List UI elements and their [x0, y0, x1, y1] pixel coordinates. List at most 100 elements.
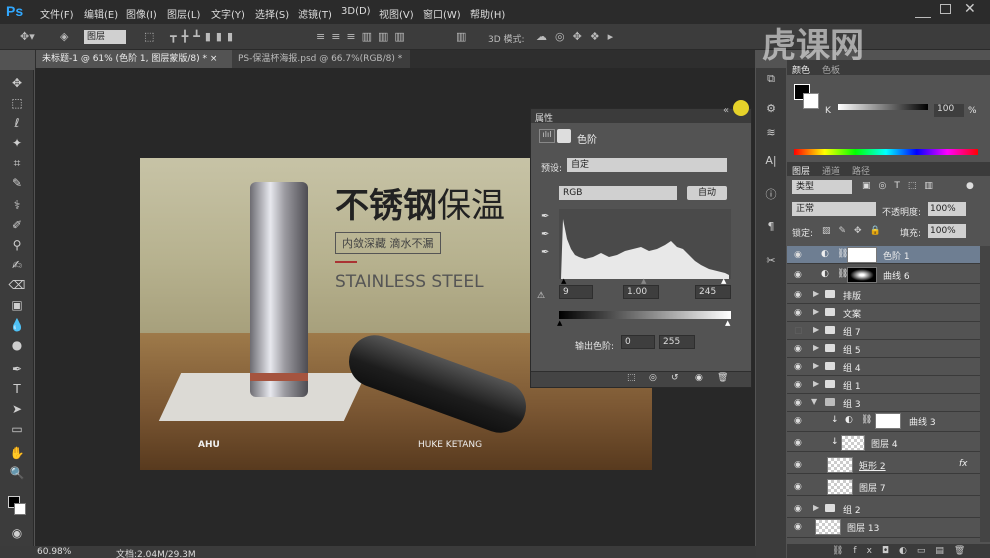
layer-row[interactable]: ◉ ↓ ◐ ⛓ 曲线 3 — [787, 412, 980, 432]
layers-footer-icons[interactable]: ⛓fx◘◐▭▤🗑 — [832, 546, 975, 556]
reset-icon[interactable]: ↺ — [671, 373, 679, 383]
lock-icons[interactable]: ▨✎✥🔒 — [822, 226, 889, 236]
tab-untitled[interactable]: 未标题-1 @ 61% (色阶 1, 图层蒙版/8) * × — [36, 50, 232, 68]
black-eyedropper-icon[interactable]: ✒ — [541, 211, 553, 223]
expand-arrow-icon[interactable]: ▶ — [813, 325, 819, 334]
quick-mask-icon[interactable]: ◉ — [6, 524, 28, 542]
layer-stack-icon[interactable]: ◈ — [60, 30, 68, 44]
tab-swatches[interactable]: 色板 — [822, 63, 840, 76]
auto-align-icon[interactable]: ▥ — [456, 30, 466, 44]
tab-color[interactable]: 颜色 — [792, 63, 810, 76]
eye-icon[interactable]: ◉ — [794, 522, 802, 532]
layer-row[interactable]: ◉ ▶ 排版 — [787, 286, 980, 304]
layer-row[interactable]: ◉ 图层 7 — [787, 478, 980, 496]
layer-row[interactable]: ◉ ◐ ⛓ 曲线 6 — [787, 266, 980, 284]
collapse-arrow-icon[interactable]: ▼ — [811, 397, 817, 406]
layer-row[interactable]: ◉ 矩形 2 fx — [787, 456, 980, 474]
output-white-handle[interactable]: ▲ — [725, 319, 730, 327]
eye-icon[interactable]: ◉ — [794, 290, 802, 300]
channel-dropdown[interactable]: RGB — [559, 186, 677, 200]
layers-scrollbar[interactable] — [980, 246, 990, 542]
eye-icon[interactable]: ◉ — [794, 416, 802, 426]
view-previous-icon[interactable]: ◎ — [649, 373, 657, 383]
input-white-slider-handle[interactable]: ▲ — [721, 277, 726, 285]
align-icons[interactable]: ┳╋┻▮▮▮ — [170, 30, 238, 44]
eye-hidden-icon[interactable]: ▢ — [794, 326, 803, 336]
output-white-field[interactable]: 255 — [659, 335, 695, 349]
menu-help[interactable]: 帮助(H) — [470, 6, 505, 21]
input-black-slider-handle[interactable]: ▲ — [561, 277, 566, 285]
collapse-icon[interactable]: « — [723, 105, 729, 116]
brush-tool-icon[interactable]: ✐ — [6, 216, 28, 234]
zoom-tool-icon[interactable]: 🔍 — [6, 464, 28, 482]
eye-icon[interactable]: ◉ — [794, 362, 802, 372]
white-eyedropper-icon[interactable]: ✒ — [541, 247, 553, 259]
blur-tool-icon[interactable]: 💧 — [6, 316, 28, 334]
layer-row[interactable]: ◉ ▶ 组 4 — [787, 358, 980, 376]
delete-icon[interactable]: 🗑 — [717, 373, 728, 383]
menu-3d[interactable]: 3D(D) — [341, 6, 371, 17]
expand-arrow-icon[interactable]: ▶ — [813, 361, 819, 370]
tab-channels[interactable]: 通道 — [822, 164, 840, 177]
eye-icon[interactable]: ◉ — [794, 504, 802, 514]
eraser-tool-icon[interactable]: ⌫ — [6, 276, 28, 294]
transform-controls-icon[interactable]: ⬚ — [144, 30, 154, 44]
zoom-level[interactable]: 60.98% — [37, 547, 71, 557]
input-gamma-slider-handle[interactable]: ▲ — [641, 277, 646, 285]
menu-view[interactable]: 视图(V) — [379, 6, 414, 21]
dodge-tool-icon[interactable]: ● — [6, 336, 28, 354]
clipping-warning-icon[interactable]: ⚠ — [537, 291, 545, 301]
clip-to-layer-icon[interactable]: ⬚ — [627, 373, 636, 383]
filter-type-icons[interactable]: ▣◎T⬚▥ — [862, 181, 941, 191]
expand-arrow-icon[interactable]: ▶ — [813, 379, 819, 388]
paragraph-icon[interactable]: ¶ — [762, 218, 780, 236]
layer-row[interactable]: ◉ ▶ 组 2 — [787, 500, 980, 518]
background-color-swatch[interactable] — [14, 503, 26, 515]
layer-row[interactable]: ▢ ▶ 组 7 — [787, 322, 980, 340]
close-icon[interactable]: ✕ — [964, 1, 976, 17]
layer-mask-thumbnail[interactable] — [847, 247, 877, 263]
layer-thumbnail[interactable] — [841, 435, 865, 451]
lasso-tool-icon[interactable]: ℓ — [6, 114, 28, 132]
background-swatch[interactable] — [803, 93, 819, 109]
eye-icon[interactable]: ◉ — [794, 380, 802, 390]
preset-dropdown[interactable]: 自定 — [567, 158, 727, 172]
properties-tab[interactable]: 属性 — [535, 111, 553, 124]
menu-layer[interactable]: 图层(L) — [167, 6, 200, 21]
output-black-field[interactable]: 0 — [621, 335, 655, 349]
eye-icon[interactable]: ◉ — [794, 270, 802, 280]
healing-brush-icon[interactable]: ⚕ — [6, 196, 28, 214]
history-icon[interactable]: ⧉ — [762, 70, 780, 88]
layer-row[interactable]: ◉ ▶ 组 1 — [787, 376, 980, 394]
visibility-icon[interactable]: ◉ — [695, 373, 703, 383]
rectangle-tool-icon[interactable]: ▭ — [6, 420, 28, 438]
layer-mask-thumbnail[interactable] — [875, 413, 901, 429]
expand-arrow-icon[interactable]: ▶ — [813, 343, 819, 352]
brush-presets-icon[interactable]: ≋ — [762, 124, 780, 142]
auto-button[interactable]: 自动 — [687, 186, 727, 200]
eyedropper-icon[interactable]: ✎ — [6, 174, 28, 192]
auto-select-dropdown[interactable]: 图层 — [84, 30, 126, 44]
blend-mode-dropdown[interactable]: 正常 — [792, 202, 876, 216]
maximize-icon[interactable] — [940, 4, 951, 14]
menu-select[interactable]: 选择(S) — [255, 6, 289, 21]
layer-row[interactable]: ◉ 图层 13 — [787, 518, 980, 538]
fx-icon[interactable]: fx — [959, 459, 968, 469]
expand-arrow-icon[interactable]: ▶ — [813, 307, 819, 316]
k-slider[interactable] — [838, 104, 928, 110]
expand-arrow-icon[interactable]: ▶ — [813, 503, 819, 512]
eye-icon[interactable]: ◉ — [794, 482, 802, 492]
menu-file[interactable]: 文件(F) — [40, 6, 74, 21]
layer-mask-icon[interactable] — [557, 129, 571, 143]
info-icon[interactable]: ⓘ — [762, 186, 780, 204]
eye-icon[interactable]: ◉ — [794, 344, 802, 354]
path-select-icon[interactable]: ➤ — [6, 400, 28, 418]
move-tool-icon[interactable]: ✥ — [6, 74, 28, 92]
move-tool-icon[interactable]: ✥▾ — [20, 30, 35, 44]
menu-window[interactable]: 窗口(W) — [423, 6, 461, 21]
input-white-field[interactable]: 245 — [695, 285, 731, 299]
minimize-icon[interactable] — [915, 4, 931, 18]
gray-eyedropper-icon[interactable]: ✒ — [541, 229, 553, 241]
actions-icon[interactable]: ⚙ — [762, 100, 780, 118]
filter-kind-dropdown[interactable]: 类型 — [792, 180, 852, 194]
